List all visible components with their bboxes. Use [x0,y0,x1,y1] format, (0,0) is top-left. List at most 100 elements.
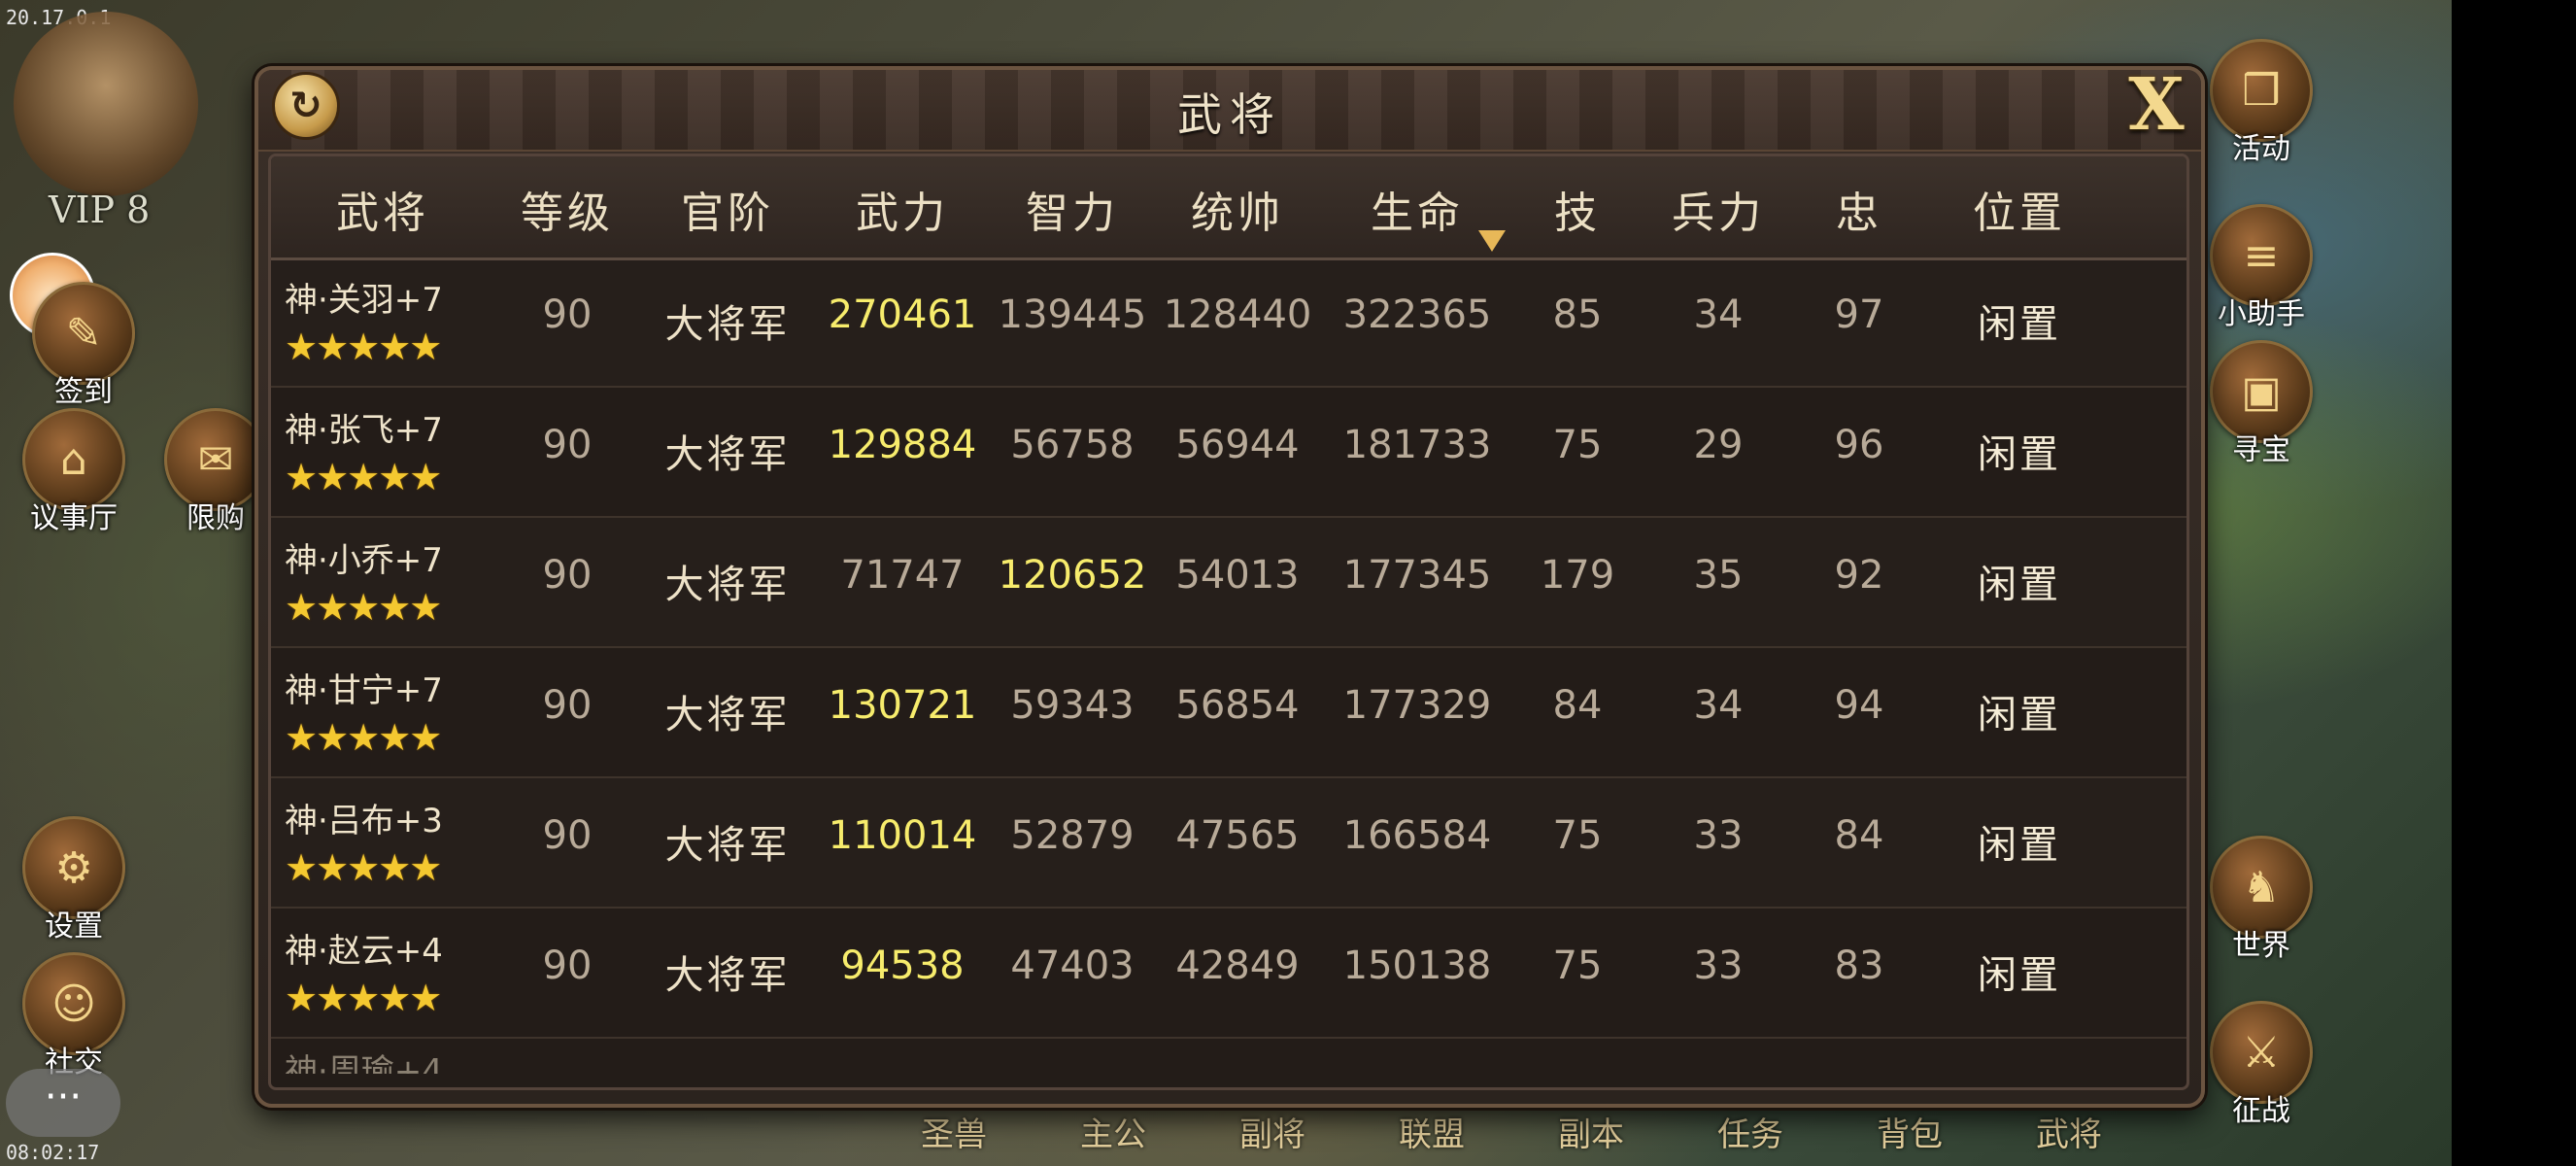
table-row[interactable]: 神·张飞+7 ★★★★★ 90 大将军 129884 56758 56944 181733 75… [271,388,2186,518]
dialog-title: 武将 [1177,88,1282,141]
left-button-3[interactable]: ⚙ 设置 [19,816,128,944]
cell-intel: 47403 [1010,943,1135,988]
cell-command: 56944 [1175,423,1300,467]
chat-icon[interactable]: ··· [6,1069,120,1137]
cell-skill: 179 [1540,553,1615,598]
header-troops[interactable]: 兵力 [1641,178,1796,240]
cell-rank: 大将军 [664,823,791,868]
left-button-label: 议事厅 [30,501,118,535]
cell-position: 闲置 [1978,693,2061,737]
right-button-label: 世界 [2232,929,2290,963]
cell-rank: 大将军 [664,432,791,477]
bottom-nav-item[interactable]: 联盟 [1352,1108,1511,1162]
header-position[interactable]: 位置 [1922,178,2117,240]
bottom-nav-item[interactable]: 副将 [1193,1108,1352,1162]
header-force[interactable]: 武力 [815,178,990,240]
cell-intel: 52879 [1010,813,1135,858]
general-name: 神·吕布+3 [285,802,443,840]
right-button-3[interactable]: ♞ 世界 [2207,836,2316,964]
cell-loyalty: 92 [1834,553,1884,598]
header-skill[interactable]: 技 [1514,178,1641,240]
cell-loyalty: 97 [1834,292,1884,337]
cell-skill: 75 [1552,943,1603,988]
vip-level: VIP 8 [49,189,151,231]
bottom-nav-item[interactable]: 武将 [1989,1108,2149,1162]
right-button-label: 征战 [2232,1094,2290,1128]
header-intel[interactable]: 智力 [990,178,1155,240]
bottom-nav-item[interactable]: 背包 [1830,1108,1989,1162]
star-rating-icon: ★★★★★ [285,846,442,889]
player-avatar[interactable] [14,12,198,196]
cell-command: 47565 [1175,813,1300,858]
bottom-nav: 圣兽 主公 副将 联盟 副本 任务 背包 武将 [874,1108,2149,1162]
left-button-1[interactable]: ⌂ 议事厅 [19,408,128,536]
bottom-nav-item[interactable]: 圣兽 [874,1108,1034,1162]
cell-level: 90 [542,423,593,467]
generals-table: 武将 等级 官阶 武力 智力 统帅 生命技兵力忠位置 神·关羽+7 ★★★★★ 90 大将军 270… [268,154,2189,1090]
sort-desc-icon [1478,230,1506,252]
cell-troops: 33 [1693,943,1744,988]
header-level[interactable]: 等级 [494,178,640,240]
cell-force: 130721 [828,683,977,728]
cell-command: 56854 [1175,683,1300,728]
star-rating-icon: ★★★★★ [285,456,442,498]
cell-position: 闲置 [1978,302,2061,347]
cell-life: 322365 [1342,292,1492,337]
header-rank[interactable]: 官阶 [640,178,815,240]
cell-command: 54013 [1175,553,1300,598]
cell-loyalty: 84 [1834,813,1884,858]
screen-edge [2452,0,2576,1166]
bottom-nav-item[interactable]: 主公 [1034,1108,1193,1162]
cell-skill: 84 [1552,683,1603,728]
cell-intel: 59343 [1010,683,1135,728]
cell-intel: 56758 [1010,423,1135,467]
cell-rank: 大将军 [664,953,791,998]
left-button-label: 签到 [54,375,113,409]
bottom-nav-item[interactable]: 副本 [1511,1108,1671,1162]
cell-level: 90 [542,553,593,598]
general-name: 神·张飞+7 [285,411,443,450]
right-button-0[interactable]: ❒ 活动 [2207,39,2316,167]
header-general[interactable]: 武将 [271,178,494,240]
star-rating-icon: ★★★★★ [285,586,442,629]
cell-loyalty: 83 [1834,943,1884,988]
cell-life: 150138 [1342,943,1492,988]
cell-force: 110014 [828,813,977,858]
left-button-label: 设置 [45,909,103,943]
cell-level: 90 [542,813,593,858]
cell-skill: 75 [1552,423,1603,467]
right-button-2[interactable]: ▣ 寻宝 [2207,340,2316,468]
cell-troops: 34 [1693,292,1744,337]
cell-troops: 33 [1693,813,1744,858]
bottom-nav-item[interactable]: 任务 [1671,1108,1830,1162]
cell-intel: 120652 [998,553,1147,598]
right-button-1[interactable]: ≡ 小助手 [2207,204,2316,332]
cell-rank: 大将军 [664,693,791,737]
right-button-label: 活动 [2232,132,2290,166]
cell-level: 90 [542,943,593,988]
cell-level: 90 [542,292,593,337]
header-command[interactable]: 统帅 [1155,178,1320,240]
cell-troops: 29 [1693,423,1744,467]
cell-position: 闲置 [1978,563,2061,607]
cell-loyalty: 96 [1834,423,1884,467]
cell-rank: 大将军 [664,302,791,347]
cell-troops: 34 [1693,683,1744,728]
cell-command: 42849 [1175,943,1300,988]
close-button[interactable]: X [2121,63,2191,147]
close-icon: X [2128,63,2185,147]
header-loyalty[interactable]: 忠 [1796,178,1922,240]
clock-text: 08:02:17 [6,1141,100,1164]
left-button-4[interactable]: ☺ 社交 [19,952,128,1080]
left-button-0[interactable]: ✎ 签到 [29,282,138,410]
table-row[interactable]: 神·赵云+4 ★★★★★ 90 大将军 94538 47403 42849 150138 75 3… [271,909,2186,1039]
cell-life: 166584 [1342,813,1492,858]
cell-troops: 35 [1693,553,1744,598]
star-rating-icon: ★★★★★ [285,326,442,368]
table-row-partial[interactable]: 神·周瑜+4 [285,1045,443,1074]
table-row[interactable]: 神·小乔+7 ★★★★★ 90 大将军 71747 120652 54013 177345 17… [271,518,2186,648]
right-button-4[interactable]: ⚔ 征战 [2207,1001,2316,1129]
table-row[interactable]: 神·吕布+3 ★★★★★ 90 大将军 110014 52879 47565 166584 75… [271,778,2186,909]
table-row[interactable]: 神·甘宁+7 ★★★★★ 90 大将军 130721 59343 56854 177329 84… [271,648,2186,778]
table-row[interactable]: 神·关羽+7 ★★★★★ 90 大将军 270461 139445 128440 322365… [271,257,2186,388]
